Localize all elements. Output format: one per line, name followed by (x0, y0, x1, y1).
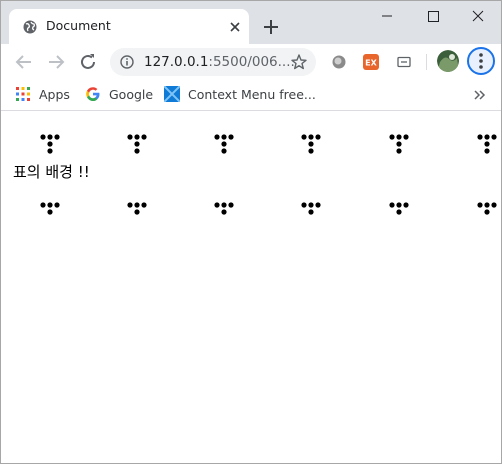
apps-grid-icon (16, 87, 30, 101)
address-bar[interactable]: 127.0.0.1:5500/006.... (110, 48, 316, 76)
extension-ex-icon[interactable]: EX (363, 54, 379, 70)
dots-down-icon (389, 134, 409, 154)
minimize-icon[interactable] (364, 1, 410, 31)
globe-icon (23, 20, 37, 34)
plus-icon[interactable] (261, 17, 281, 37)
dots-down-icon (127, 202, 147, 215)
bookmark-apps-label: Apps (39, 87, 70, 102)
context-menu-icon (164, 86, 180, 102)
profile-avatar[interactable] (437, 50, 459, 72)
svg-text:EX: EX (365, 59, 377, 68)
forward-arrow-icon[interactable] (45, 51, 67, 73)
bookmark-google-label: Google (109, 87, 154, 102)
reload-icon[interactable] (77, 51, 99, 73)
close-icon[interactable] (227, 19, 243, 35)
back-arrow-icon[interactable] (13, 51, 35, 73)
chevron-double-right-icon[interactable] (471, 87, 487, 103)
bookmark-google[interactable]: Google (85, 86, 153, 102)
dots-down-icon (477, 134, 497, 154)
extension-circle-icon[interactable] (331, 54, 347, 70)
dots-down-icon (40, 134, 60, 154)
browser-window: Document 127.0.0.1:5500/006.... EX Apps … (0, 0, 502, 464)
bookmark-apps[interactable]: Apps (15, 86, 70, 102)
dots-down-icon (214, 202, 234, 215)
dots-down-icon (477, 202, 497, 215)
info-icon[interactable] (120, 55, 134, 69)
url-path: :5500/006.... (208, 54, 295, 70)
tab-document[interactable]: Document (9, 9, 249, 44)
dots-down-icon (301, 202, 321, 215)
window-close-icon[interactable] (455, 1, 501, 31)
maximize-icon[interactable] (410, 1, 456, 31)
browser-menu-button[interactable] (467, 47, 495, 75)
dots-down-icon (127, 134, 147, 154)
extension-cast-icon[interactable] (396, 54, 412, 70)
toolbar-divider (426, 54, 427, 70)
bookmark-context-menu[interactable]: Context Menu free... (164, 86, 316, 102)
dots-down-icon (389, 202, 409, 215)
url-text: 127.0.0.1:5500/006.... (144, 54, 295, 70)
dots-down-icon (301, 134, 321, 154)
url-host: 127.0.0.1 (144, 54, 209, 70)
tab-title: Document (46, 18, 111, 33)
tab-strip: Document (1, 1, 501, 44)
kebab-menu-icon (479, 53, 483, 69)
page-content: 표의 배경 !! (1, 111, 501, 463)
toolbar: 127.0.0.1:5500/006.... EX (1, 44, 501, 80)
bookmarks-bar: Apps Google Context Menu free... (1, 80, 501, 111)
google-icon (86, 87, 100, 101)
page-text: 표의 배경 !! (13, 163, 90, 181)
bookmark-context-menu-label: Context Menu free... (188, 87, 316, 102)
dots-down-icon (40, 202, 60, 215)
dots-down-icon (214, 134, 234, 154)
bookmark-star-icon[interactable] (290, 53, 308, 71)
